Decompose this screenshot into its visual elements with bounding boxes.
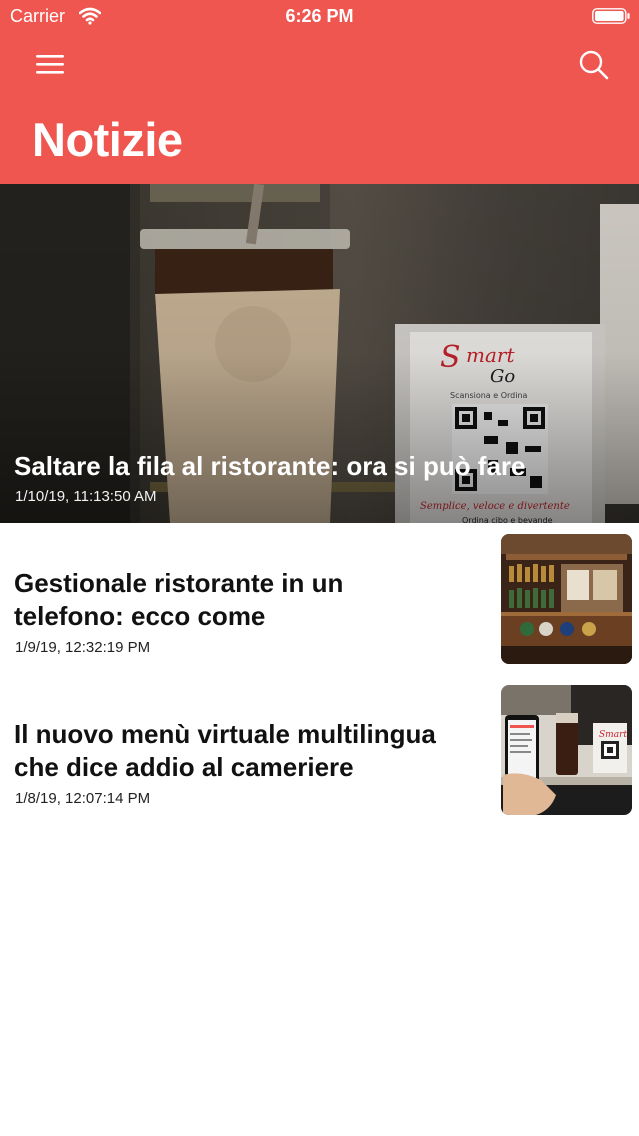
featured-article-title: Saltare la fila al ristorante: ora si pu… (14, 451, 526, 481)
status-bar: Carrier 6:26 PM (0, 0, 639, 34)
search-icon[interactable] (577, 48, 611, 82)
hamburger-menu-icon[interactable] (33, 50, 67, 78)
app-header: Carrier 6:26 PM Notizie (0, 0, 639, 184)
battery-icon (592, 8, 630, 24)
list-item[interactable]: Il nuovo menù virtuale multilingua che d… (0, 682, 639, 828)
clock: 6:26 PM (285, 6, 354, 26)
article-title: Il nuovo menù virtuale multilingua che d… (14, 719, 436, 782)
article-date: 1/9/19, 12:32:19 PM (15, 639, 151, 656)
svg-text:Smart: Smart (599, 730, 627, 740)
article-title: Gestionale ristorante in un telefono: ec… (14, 568, 344, 631)
list-item[interactable]: Gestionale ristorante in un telefono: ec… (0, 531, 639, 677)
featured-article-date: 1/10/19, 11:13:50 AM (15, 488, 157, 505)
article-thumbnail (501, 534, 632, 664)
article-thumbnail: Smart (501, 685, 632, 815)
article-date: 1/8/19, 12:07:14 PM (15, 790, 151, 807)
featured-article[interactable]: S mart Go Scansiona e Ordina Semplice, v… (0, 184, 639, 523)
page-title: Notizie (32, 113, 183, 166)
